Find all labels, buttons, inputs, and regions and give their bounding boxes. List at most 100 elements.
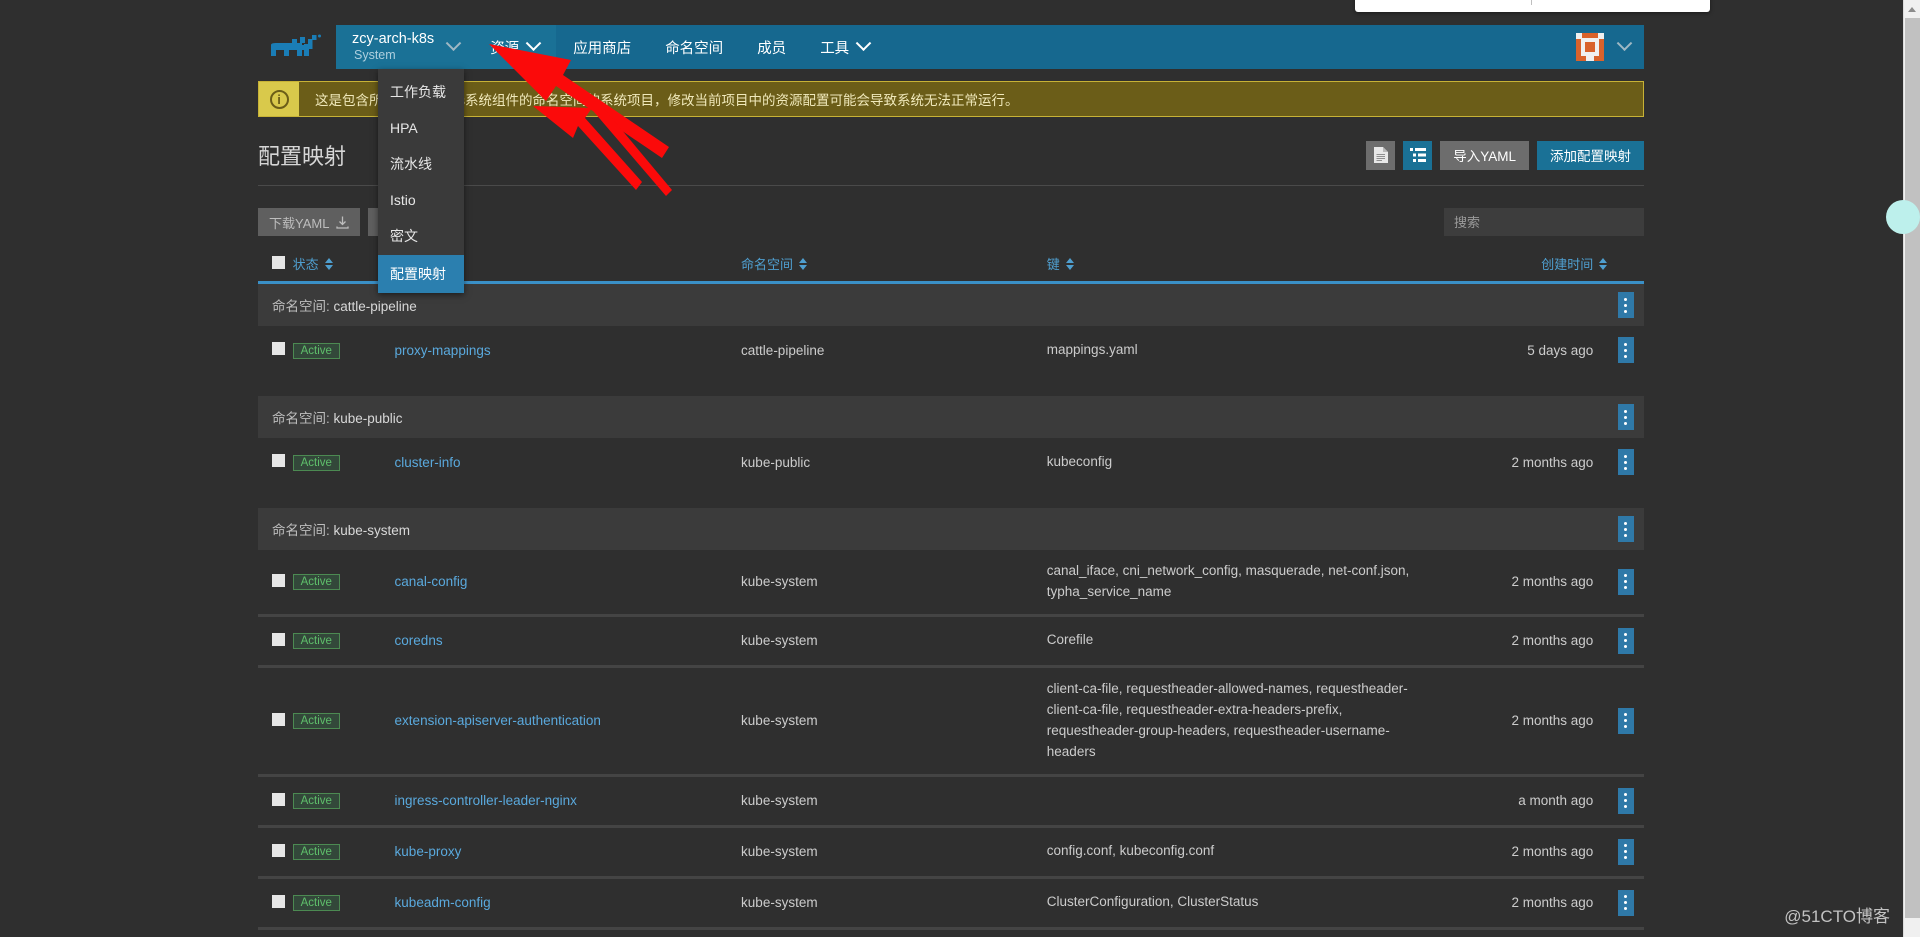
dropdown-item-pipelines[interactable]: 流水线 [378, 145, 464, 183]
header-created[interactable]: 创建时间 [1434, 248, 1608, 284]
info-icon: i [259, 82, 299, 116]
nav-item-appstore[interactable]: 应用商店 [556, 25, 648, 69]
add-configmap-button[interactable]: 添加配置映射 [1537, 140, 1644, 170]
row-actions-cell [1607, 282, 1644, 326]
scrollbar-up-arrow[interactable] [1904, 0, 1920, 17]
group-spacer [258, 486, 1644, 508]
list-view-button[interactable] [1403, 140, 1433, 170]
row-actions-kebab-icon[interactable] [1617, 889, 1634, 916]
row-actions-kebab-icon[interactable] [1617, 449, 1634, 475]
group-actions-kebab-icon[interactable] [1617, 516, 1634, 542]
row-state-cell: Active [292, 773, 395, 827]
dropdown-item-istio[interactable]: Istio [378, 183, 464, 217]
table-row[interactable]: Active proxy-mappings cattle-pipeline mappi… [258, 326, 1644, 374]
row-actions-kebab-icon[interactable] [1617, 568, 1634, 595]
table-row[interactable]: Active kube-proxy kube-system config.conf, … [258, 824, 1644, 878]
dropdown-item-secrets[interactable]: 密文 [378, 217, 464, 255]
import-yaml-button[interactable]: 导入YAML [1440, 140, 1529, 170]
group-spacer [258, 374, 1644, 396]
row-actions-kebab-icon[interactable] [1617, 838, 1634, 865]
nav-item-namespaces[interactable]: 命名空间 [648, 25, 740, 69]
nav-item-label: 成员 [757, 40, 787, 57]
row-actions-cell [1607, 875, 1644, 929]
row-state-cell: Active [292, 824, 395, 878]
row-keys-cell: kubeconfig [1046, 453, 1113, 469]
header-keys[interactable]: 键 [1046, 248, 1435, 284]
row-keys-cell: kubelet [1046, 926, 1435, 937]
download-yaml-button[interactable]: 下载YAML [258, 208, 361, 236]
row-actions-kebab-icon[interactable] [1617, 627, 1634, 654]
row-namespace-cell: kube-system [741, 664, 1047, 776]
add-configmap-label: 添加配置映射 [1550, 149, 1631, 164]
configmap-name-link[interactable]: kubeadm-config [395, 895, 491, 910]
row-checkbox[interactable] [272, 894, 285, 908]
row-state-cell: Active [292, 875, 395, 929]
select-all-checkbox[interactable] [272, 255, 285, 269]
row-checkbox[interactable] [272, 342, 285, 355]
row-checkbox[interactable] [272, 454, 285, 467]
row-checkbox[interactable] [272, 573, 285, 587]
configmap-name-link[interactable]: kube-proxy [395, 844, 462, 859]
table-row[interactable]: Active coredns kube-system Corefile 2 months… [258, 613, 1644, 667]
table-head: 状态 名称 命名空间 [258, 248, 1644, 284]
scrollbar-thumb[interactable] [1905, 18, 1920, 918]
download-icon [336, 216, 350, 229]
row-actions-kebab-icon[interactable] [1617, 337, 1634, 363]
page-header-actions: 导入YAML 添加配置映射 [1366, 140, 1644, 170]
row-actions-kebab-icon[interactable] [1617, 787, 1634, 814]
configmap-name-link[interactable]: extension-apiserver-authentication [395, 713, 601, 728]
status-badge: Active [292, 454, 340, 471]
configmap-name-link[interactable]: coredns [395, 633, 443, 648]
configmaps-table: 状态 名称 命名空间 [258, 248, 1644, 937]
row-checkbox[interactable] [272, 712, 285, 726]
row-keys-cell: Corefile [1046, 613, 1435, 667]
table-row[interactable]: Active extension-apiserver-authentication… [258, 664, 1644, 776]
row-actions-kebab-icon[interactable] [1617, 707, 1634, 734]
cluster-name: zcy-arch-k8s [352, 31, 435, 48]
row-name-cell: kubeadm-config [394, 875, 742, 929]
group-actions-kebab-icon[interactable] [1617, 292, 1634, 318]
dropdown-item-workloads[interactable]: 工作负载 [378, 73, 464, 111]
nav-item-members[interactable]: 成员 [740, 25, 803, 69]
brand-logo[interactable] [258, 25, 336, 69]
dropdown-item-hpa[interactable]: HPA [378, 111, 464, 145]
download-yaml-label: 下载YAML [269, 215, 330, 231]
document-icon [1373, 147, 1388, 163]
sort-icon [799, 257, 808, 270]
group-actions-kebab-icon[interactable] [1617, 404, 1634, 430]
header-select-all[interactable] [258, 248, 293, 284]
group-label-prefix: 命名空间: [272, 299, 334, 314]
row-checkbox[interactable] [272, 632, 285, 646]
row-keys-cell [1046, 773, 1435, 827]
configmap-name-link[interactable]: canal-config [395, 574, 468, 589]
configmap-name-link[interactable]: cluster-info [395, 455, 461, 470]
row-actions-cell [1607, 664, 1644, 776]
table-row[interactable]: Activekubelet-config-1.16kube-systemkube… [258, 926, 1644, 937]
browser-popup-strip [1355, 0, 1710, 12]
cluster-selector[interactable]: zcy-arch-k8s System [336, 25, 474, 69]
table-row[interactable]: Active cluster-info kube-public kubeconfig 2… [258, 438, 1644, 486]
table-row[interactable]: Active canal-config kube-system canal_iface… [258, 550, 1644, 615]
row-name-cell: coredns [394, 613, 742, 667]
yaml-view-button[interactable] [1366, 140, 1396, 170]
namespace-group-label: 命名空间: kube-system [258, 508, 1608, 550]
table-row[interactable]: Active kubeadm-config kube-system ClusterCo… [258, 875, 1644, 929]
dropdown-item-configmaps[interactable]: 配置映射 [378, 255, 464, 293]
row-checkbox[interactable] [272, 792, 285, 806]
avatar[interactable] [1573, 30, 1607, 64]
row-name-cell: ingress-controller-leader-nginx [394, 773, 742, 827]
row-namespace-cell: kube-public [741, 454, 811, 470]
table-row[interactable]: Active ingress-controller-leader-nginx kub… [258, 773, 1644, 827]
chevron-down-icon[interactable] [1616, 34, 1633, 51]
configmap-name-link[interactable]: ingress-controller-leader-nginx [395, 793, 577, 808]
page-scrollbar[interactable] [1903, 0, 1920, 937]
nav-item-resources[interactable]: 资源 [473, 25, 557, 69]
search-input[interactable] [1444, 208, 1644, 236]
configmap-name-link[interactable]: proxy-mappings [395, 343, 491, 358]
header-namespace[interactable]: 命名空间 [741, 248, 1047, 284]
row-select-cell [258, 664, 293, 776]
nav-item-tools[interactable]: 工具 [803, 25, 886, 69]
row-checkbox[interactable] [272, 843, 285, 857]
row-select-cell [258, 613, 293, 667]
table-body: 命名空间: cattle-pipeline Active proxy-mapping… [258, 282, 1644, 937]
